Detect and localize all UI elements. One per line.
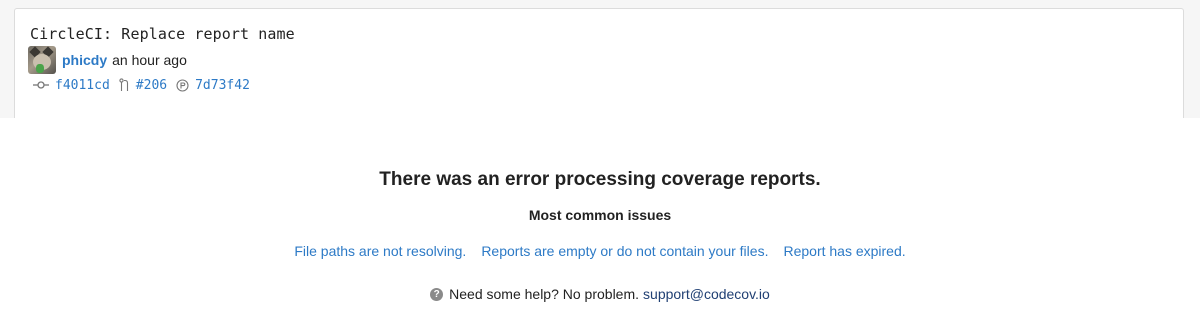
help-text: Need some help? No problem. <box>449 286 640 302</box>
help-row: ? Need some help? No problem. support@co… <box>0 286 1200 302</box>
question-icon: ? <box>430 287 444 301</box>
commit-message: CircleCI: Replace report name <box>30 25 295 43</box>
error-title: There was an error processing coverage r… <box>379 169 821 190</box>
commit-refs: f4011cd #206 7d73f42 <box>33 76 259 94</box>
support-email-link[interactable]: support@codecov.io <box>643 286 770 302</box>
commit-icon <box>33 80 49 90</box>
issue-link-file-paths[interactable]: File paths are not resolving. <box>294 243 466 259</box>
base-sha-link[interactable]: 7d73f42 <box>195 78 250 93</box>
author-link[interactable]: phicdy <box>62 52 107 68</box>
issues-list: File paths are not resolving. Reports ar… <box>0 243 1200 259</box>
issue-link-empty-reports[interactable]: Reports are empty or do not contain your… <box>481 243 768 259</box>
issue-link-expired[interactable]: Report has expired. <box>783 243 905 259</box>
commit-header-card: CircleCI: Replace report name phicdy an … <box>14 8 1184 128</box>
commit-time: an hour ago <box>112 52 187 68</box>
commit-author-row: phicdy an hour ago <box>28 46 187 74</box>
base-commit-icon <box>176 78 189 92</box>
issues-heading: Most common issues <box>528 207 672 223</box>
pull-request-icon <box>119 78 130 92</box>
avatar[interactable] <box>28 46 56 74</box>
commit-sha-link[interactable]: f4011cd <box>55 78 110 93</box>
pull-request-link[interactable]: #206 <box>136 78 167 93</box>
error-panel: There was an error processing coverage r… <box>0 118 1200 333</box>
